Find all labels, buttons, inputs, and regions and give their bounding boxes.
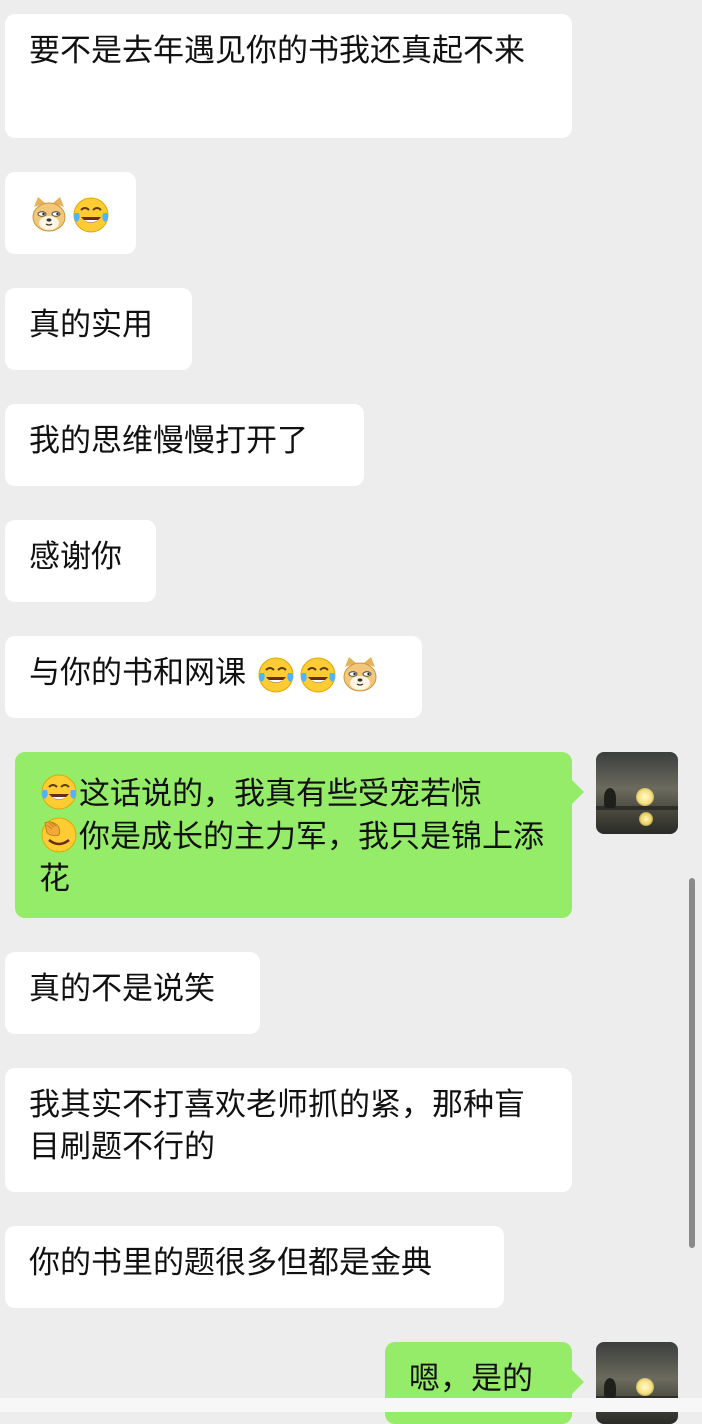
tree-silhouette [604,788,616,808]
message-bubble[interactable]: 要不是去年遇见你的书我还真起不来 [5,14,572,138]
scrollbar[interactable] [689,878,695,1248]
tears-of-joy-icon [39,772,79,812]
message-bubble-outgoing[interactable]: 这话说的，我真有些受宠若惊 你是成长的主力军，我只是锦上添花 [15,752,584,918]
emoji-row [256,655,380,695]
doge-icon [29,195,69,235]
tears-of-joy-icon [71,195,111,235]
facepalm-icon [39,815,79,855]
message-text: 与你的书和网课 [29,655,246,691]
message-text: 真的不是说笑 [29,971,215,1007]
message-text: 感谢你 [29,539,122,575]
message-text: 你是成长的主力军，我只是锦上添花 [39,819,544,897]
message-text: 我的思维慢慢打开了 [29,423,308,459]
message-text: 这话说的，我真有些受宠若惊 [79,776,482,812]
message-bubble[interactable]: 你的书里的题很多但都是金典 [5,1226,504,1308]
tree-silhouette [604,1378,616,1398]
message-bubble[interactable]: 感谢你 [5,520,156,602]
bottom-bar [0,1398,702,1412]
avatar[interactable] [596,752,678,834]
tears-of-joy-icon [256,655,296,695]
message-text: 你的书里的题很多但都是金典 [29,1245,432,1281]
emoji-row [29,195,111,235]
message-bubble[interactable]: 真的实用 [5,288,192,370]
message-bubble[interactable] [5,172,136,254]
message-text: 真的实用 [29,307,153,343]
message-bubble[interactable]: 真的不是说笑 [5,952,260,1034]
message-text: 要不是去年遇见你的书我还真起不来 [29,33,525,69]
message-bubble[interactable]: 我其实不打喜欢老师抓的紧，那种盲目刷题不行的 [5,1068,572,1192]
message-bubble[interactable]: 与你的书和网课 [5,636,422,718]
tears-of-joy-icon [298,655,338,695]
sunset-sun [636,788,654,806]
message-bubble[interactable]: 我的思维慢慢打开了 [5,404,364,486]
message-text: 嗯，是的 [409,1361,533,1397]
message-line: 这话说的，我真有些受宠若惊 [39,772,548,815]
sunset-sun [636,1378,654,1396]
message-line: 你是成长的主力军，我只是锦上添花 [39,815,548,900]
message-text: 我其实不打喜欢老师抓的紧，那种盲目刷题不行的 [29,1087,525,1165]
doge-icon [340,655,380,695]
sun-reflection [639,812,653,826]
